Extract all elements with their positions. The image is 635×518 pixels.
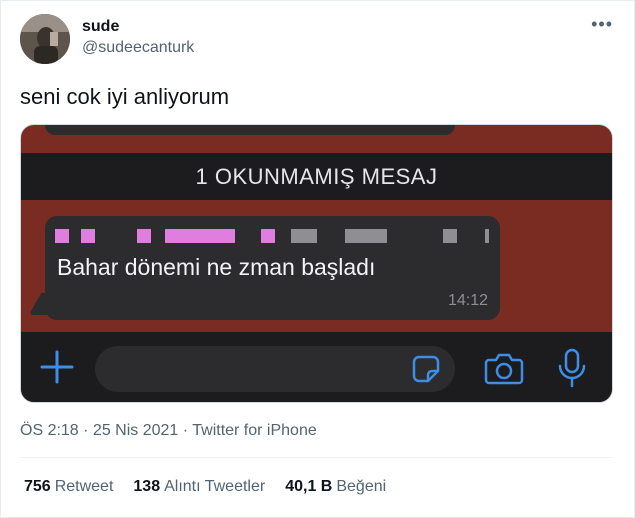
retweet-count: 756 (24, 478, 51, 495)
message-input-field[interactable] (95, 346, 455, 392)
avatar[interactable] (20, 14, 70, 64)
quote-count: 138 (133, 478, 161, 495)
more-dots-icon[interactable]: ••• (591, 14, 613, 35)
unread-banner-text: 1 OKUNMAMIŞ MESAJ (195, 163, 438, 189)
tweet-text: seni cok iyi anliyorum (20, 84, 230, 109)
retweet-label: Retweet (54, 478, 114, 495)
tweet-meta: ÖS 2:18 · 25 Nis 2021 · Twitter for iPho… (20, 422, 317, 439)
user-handle[interactable]: @sudeecanturk (82, 39, 194, 57)
divider (20, 457, 613, 458)
censored-block (55, 229, 69, 243)
unread-banner: 1 OKUNMAMIŞ MESAJ (21, 153, 612, 200)
censored-block (261, 229, 275, 243)
censored-block (165, 229, 235, 243)
quote-label: Alıntı Tweetler (164, 478, 266, 495)
previous-message-bubble (45, 125, 455, 135)
camera-icon[interactable] (484, 351, 524, 385)
censored-block (345, 229, 387, 243)
sticker-icon[interactable] (411, 354, 441, 384)
chat-input-bar (21, 332, 612, 402)
tweet-stats: 756 Retweet 138 Alıntı Tweetler 40,1 B Beğe… (24, 478, 386, 496)
plus-icon[interactable] (39, 349, 75, 385)
censored-block (137, 229, 151, 243)
tweet-media-image[interactable]: 1 OKUNMAMIŞ MESAJ Bahar dönemi ne zman b… (20, 124, 613, 403)
message-timestamp: 14:12 (447, 292, 488, 309)
censored-block (81, 229, 95, 243)
retweet-stat[interactable]: 756 Retweet (24, 478, 113, 496)
censored-block (443, 229, 457, 243)
display-name[interactable]: sude (82, 18, 119, 36)
message-text: Bahar dönemi ne zman başladı (57, 254, 376, 280)
message-bubble: Bahar dönemi ne zman başladı 14:12 (45, 216, 500, 320)
censored-block (291, 229, 317, 243)
avatar-photo (20, 14, 70, 64)
censored-block (485, 229, 489, 243)
like-stat[interactable]: 40,1 B Beğeni (285, 478, 386, 496)
quote-stat[interactable]: 138 Alıntı Tweetler (133, 478, 265, 496)
like-count: 40,1 B (285, 478, 333, 495)
like-label: Beğeni (336, 478, 387, 495)
microphone-icon[interactable] (556, 348, 588, 388)
